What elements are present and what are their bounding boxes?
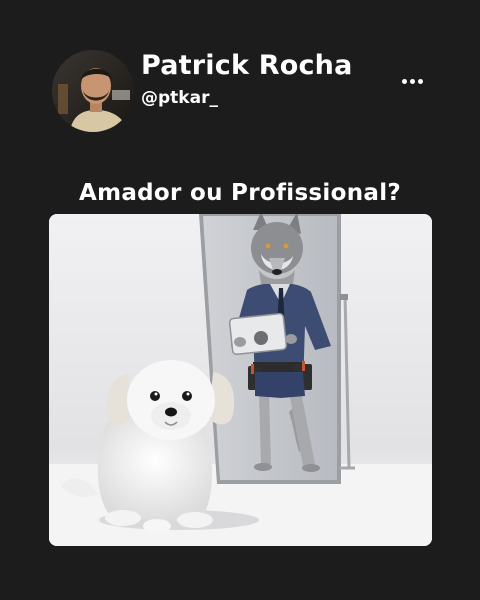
dot [402, 78, 407, 84]
dot [418, 78, 423, 84]
post-image[interactable] [49, 214, 432, 546]
display-name[interactable]: Patrick Rocha [141, 50, 353, 81]
person-avatar-icon [52, 50, 134, 132]
wolf-mirror-dog-illustration-icon [49, 214, 432, 546]
dot [410, 78, 415, 84]
post-title: Amador ou Profissional? [78, 180, 402, 206]
avatar[interactable] [52, 50, 134, 132]
user-handle[interactable]: @ptkar_ [141, 88, 218, 108]
post-header: Patrick Rocha @ptkar_ [52, 50, 452, 134]
more-options-icon[interactable] [402, 74, 428, 88]
